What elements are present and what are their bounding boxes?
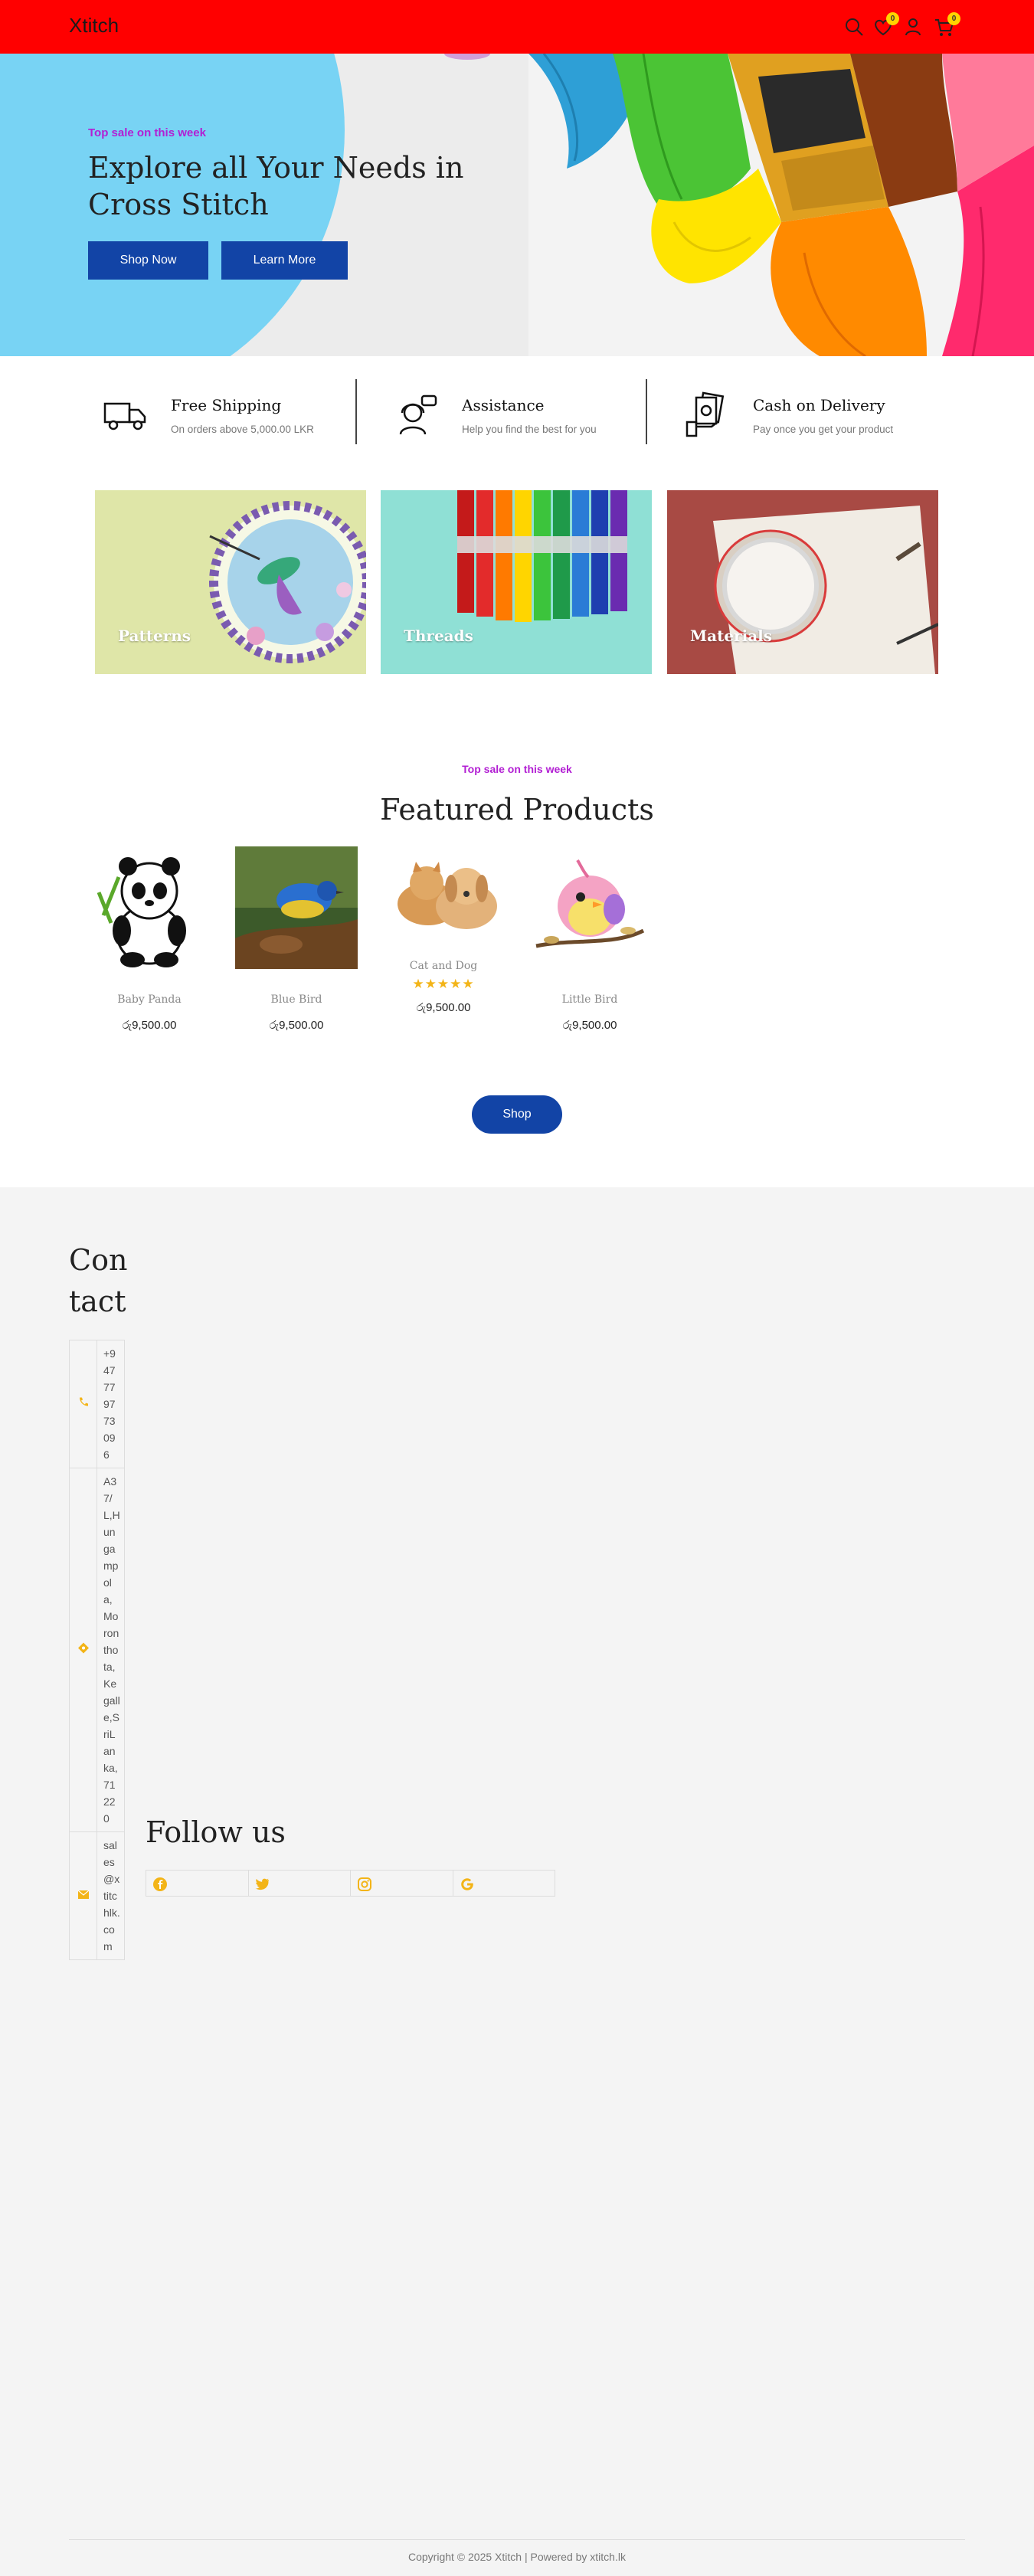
delivery-truck-icon [103,402,146,430]
user-icon [905,18,921,36]
contact-phone-row: +94777977309 6 [70,1340,124,1468]
cash-hand-icon [686,391,725,437]
product-price: රු9,500.00 [416,1001,471,1014]
product-name[interactable]: Little Bird [519,993,661,1006]
social-links [146,1870,555,1897]
feature-title: Assistance [462,396,545,414]
blue-bird-image [235,846,358,969]
contact-email[interactable]: sales@xtitchlk.com [97,1832,120,1959]
facebook-icon [153,1877,167,1891]
site-header: Xtitch 0 0 [0,0,1034,54]
category-label: Materials [690,627,773,645]
featured-tag: Top sale on this week [462,763,572,775]
product-name[interactable]: Cat and Dog [372,960,515,972]
product-rating-stars: ★★★★★ [412,977,475,991]
product-name[interactable]: Baby Panda [78,993,221,1006]
twitter-icon [255,1878,269,1890]
contact-email-row: sales@xtitchlk.com [70,1832,124,1959]
product-price: රු9,500.00 [269,1019,324,1032]
hero-title: Explore all Your Needs in Cross Stitch [88,151,464,221]
support-agent-icon [399,394,437,435]
product-price: රු9,500.00 [122,1019,177,1032]
search-icon[interactable] [843,15,865,38]
google-icon [460,1878,473,1890]
account-button[interactable] [901,15,924,38]
footer-divider [69,2539,965,2540]
twitter-link[interactable] [249,1871,351,1896]
cart-count-badge: 0 [947,12,960,25]
contact-address-row: A37/L,Hungampola,Moronthota,Kegalle,SriL… [70,1468,124,1832]
learn-more-button[interactable]: Learn More [221,241,348,280]
product-price: රු9,500.00 [562,1019,617,1032]
feature-subtitle: Pay once you get your product [753,424,894,435]
feature-divider [355,379,357,444]
feature-subtitle: On orders above 5,000.00 LKR [171,424,314,435]
google-link[interactable] [453,1871,555,1896]
wishlist-button[interactable]: 0 [872,12,899,38]
contact-phone[interactable]: +94777977309 6 [97,1340,120,1468]
wishlist-count-badge: 0 [886,12,899,25]
phone-icon [78,1397,89,1412]
feature-subtitle: Help you find the best for you [462,424,597,435]
shop-button[interactable]: Shop [472,1095,562,1134]
facebook-link[interactable] [146,1871,249,1896]
category-card-threads[interactable]: Threads [381,490,652,674]
envelope-icon [77,1889,89,1903]
shop-now-button[interactable]: Shop Now [88,241,208,280]
site-logo[interactable]: Xtitch [69,14,119,38]
hero-decoration [444,54,490,60]
instagram-icon [358,1877,371,1891]
contact-table: +94777977309 6 A37/L,Hungampola,Morontho… [69,1340,125,1960]
category-card-materials[interactable]: Materials [667,490,938,674]
product-name[interactable]: Blue Bird [225,993,368,1006]
threads-image [457,490,627,622]
category-label: Patterns [118,627,191,645]
feature-title: Cash on Delivery [753,396,885,414]
category-card-patterns[interactable]: Patterns [95,490,366,674]
materials-image [713,506,938,674]
hero-tag: Top sale on this week [88,126,206,139]
contact-title: Contact [69,1243,128,1318]
category-label: Threads [404,627,473,645]
cart-button[interactable]: 0 [933,12,960,38]
feature-title: Free Shipping [171,396,282,414]
patterns-image [209,501,366,663]
baby-panda-image [88,846,211,969]
feature-divider [646,379,647,444]
copyright-text: Copyright © 2025 Xtitch | Powered by xti… [408,2551,626,2563]
location-icon [77,1642,89,1658]
instagram-link[interactable] [351,1871,453,1896]
little-bird-image [528,846,651,969]
cat-and-dog-image [382,846,505,938]
hero-thread-skeins-image [528,54,1034,356]
contact-address: A37/L,Hungampola,Moronthota,Kegalle,SriL… [103,1475,120,1825]
featured-title: Featured Products [380,793,654,826]
follow-title: Follow us [146,1815,286,1849]
hero-banner: Top sale on this week Explore all Your N… [0,54,1034,356]
